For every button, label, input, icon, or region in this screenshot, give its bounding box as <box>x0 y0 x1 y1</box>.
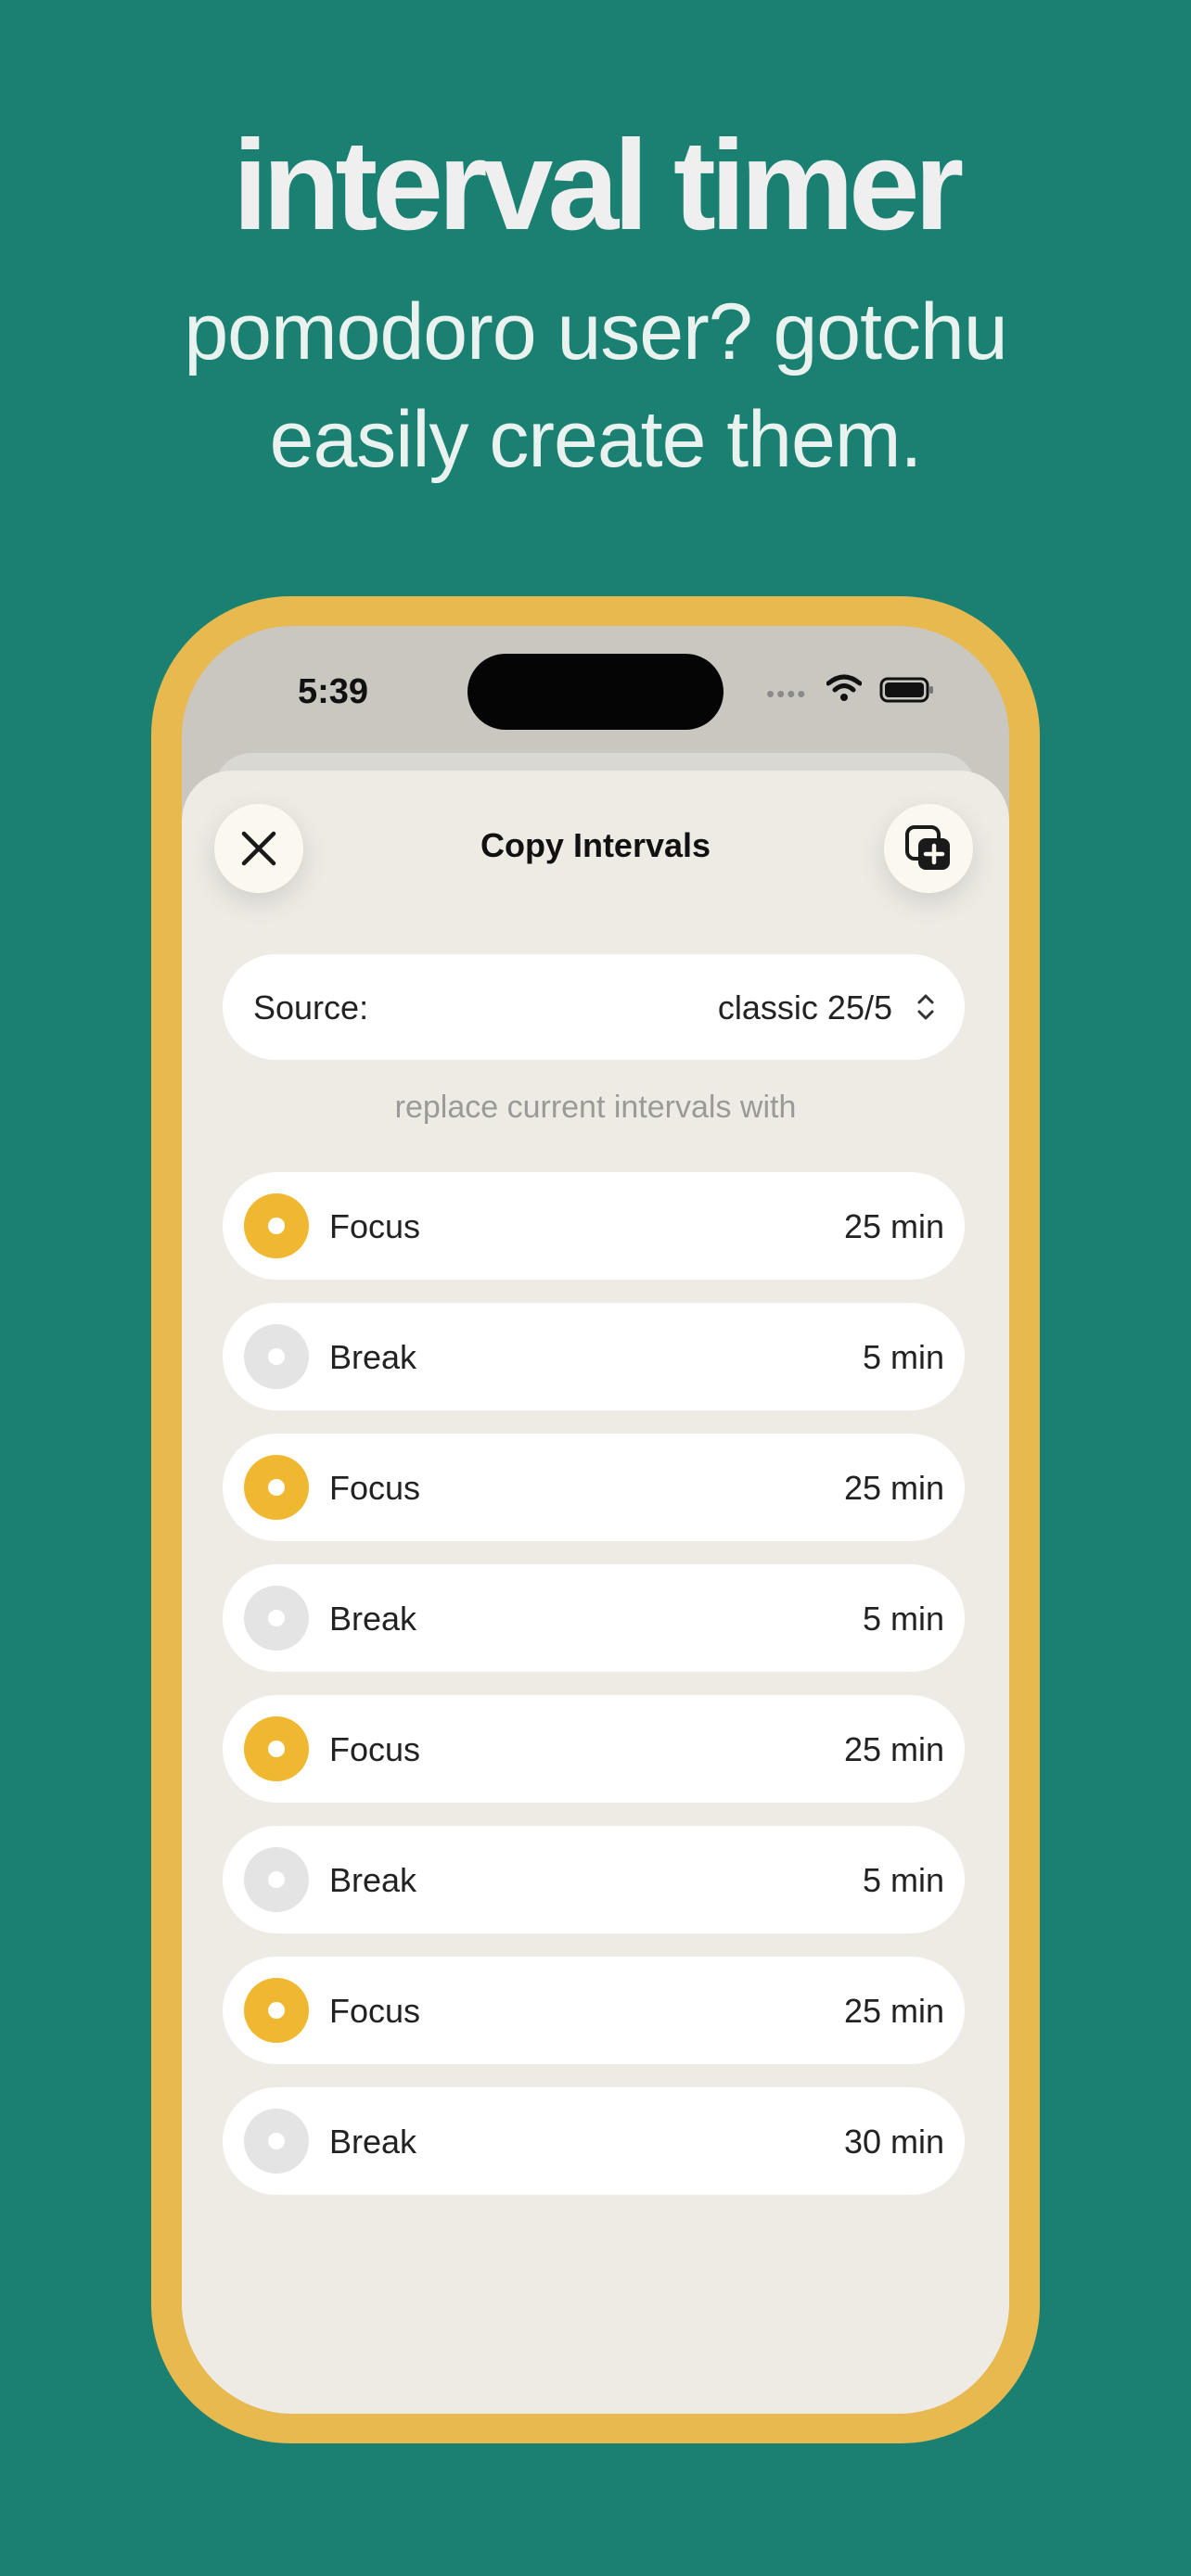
copy-plus-icon <box>905 825 950 870</box>
interval-duration: 5 min <box>862 1861 944 1899</box>
interval-row[interactable]: Break 30 min <box>223 2087 965 2195</box>
interval-duration: 5 min <box>862 1338 944 1376</box>
focus-indicator-icon <box>244 1716 309 1781</box>
source-picker[interactable]: Source: classic 25/5 <box>223 954 965 1060</box>
subheadline-line-2: easily create them. <box>269 395 923 484</box>
headline: interval timer <box>232 114 965 257</box>
interval-row[interactable]: Focus 25 min <box>223 1434 965 1541</box>
interval-duration: 25 min <box>843 1730 944 1768</box>
phone-frame: 5:39 •••• Copy Intervals Source: classic… <box>151 596 1040 2443</box>
dynamic-island <box>467 654 724 730</box>
interval-label: Break <box>329 1600 417 1638</box>
copy-intervals-sheet: Copy Intervals Source: classic 25/5 repl… <box>182 771 1009 2414</box>
break-indicator-icon <box>244 2109 309 2174</box>
interval-row[interactable]: Focus 25 min <box>223 1695 965 1803</box>
interval-row[interactable]: Break 5 min <box>223 1564 965 1672</box>
focus-indicator-icon <box>244 1193 309 1258</box>
interval-label: Focus <box>329 1469 421 1507</box>
interval-duration: 25 min <box>843 1992 944 2030</box>
interval-row[interactable]: Break 5 min <box>223 1303 965 1410</box>
interval-label: Break <box>329 1338 417 1376</box>
interval-label: Focus <box>329 1207 421 1245</box>
signal-dots-icon: •••• <box>766 680 808 708</box>
interval-duration: 30 min <box>843 2123 944 2161</box>
interval-duration: 25 min <box>843 1207 944 1245</box>
interval-label: Break <box>329 1861 417 1899</box>
wifi-icon <box>826 674 862 701</box>
phone-screen: 5:39 •••• Copy Intervals Source: classic… <box>182 626 1009 2414</box>
subheadline-line-1: pomodoro user? gotchu <box>184 287 1007 376</box>
source-value: classic 25/5 <box>717 988 892 1027</box>
interval-row[interactable]: Focus 25 min <box>223 1957 965 2064</box>
replace-hint: replace current intervals with <box>394 1090 797 1125</box>
break-indicator-icon <box>244 1324 309 1389</box>
source-label: Source: <box>253 988 369 1027</box>
break-indicator-icon <box>244 1847 309 1912</box>
interval-row[interactable]: Break 5 min <box>223 1826 965 1933</box>
copy-button[interactable] <box>884 804 973 893</box>
interval-duration: 25 min <box>843 1469 944 1507</box>
chevron-up-down-icon <box>917 994 934 1020</box>
status-time: 5:39 <box>298 672 369 711</box>
interval-label: Focus <box>329 1992 421 2030</box>
break-indicator-icon <box>244 1586 309 1651</box>
interval-label: Focus <box>329 1730 421 1768</box>
subheadline: pomodoro user? gotchu easily create them… <box>0 278 1191 493</box>
interval-duration: 5 min <box>862 1600 944 1638</box>
interval-label: Break <box>329 2123 417 2161</box>
battery-icon <box>879 677 933 703</box>
focus-indicator-icon <box>244 1978 309 2043</box>
interval-row[interactable]: Focus 25 min <box>223 1172 965 1280</box>
focus-indicator-icon <box>244 1455 309 1520</box>
